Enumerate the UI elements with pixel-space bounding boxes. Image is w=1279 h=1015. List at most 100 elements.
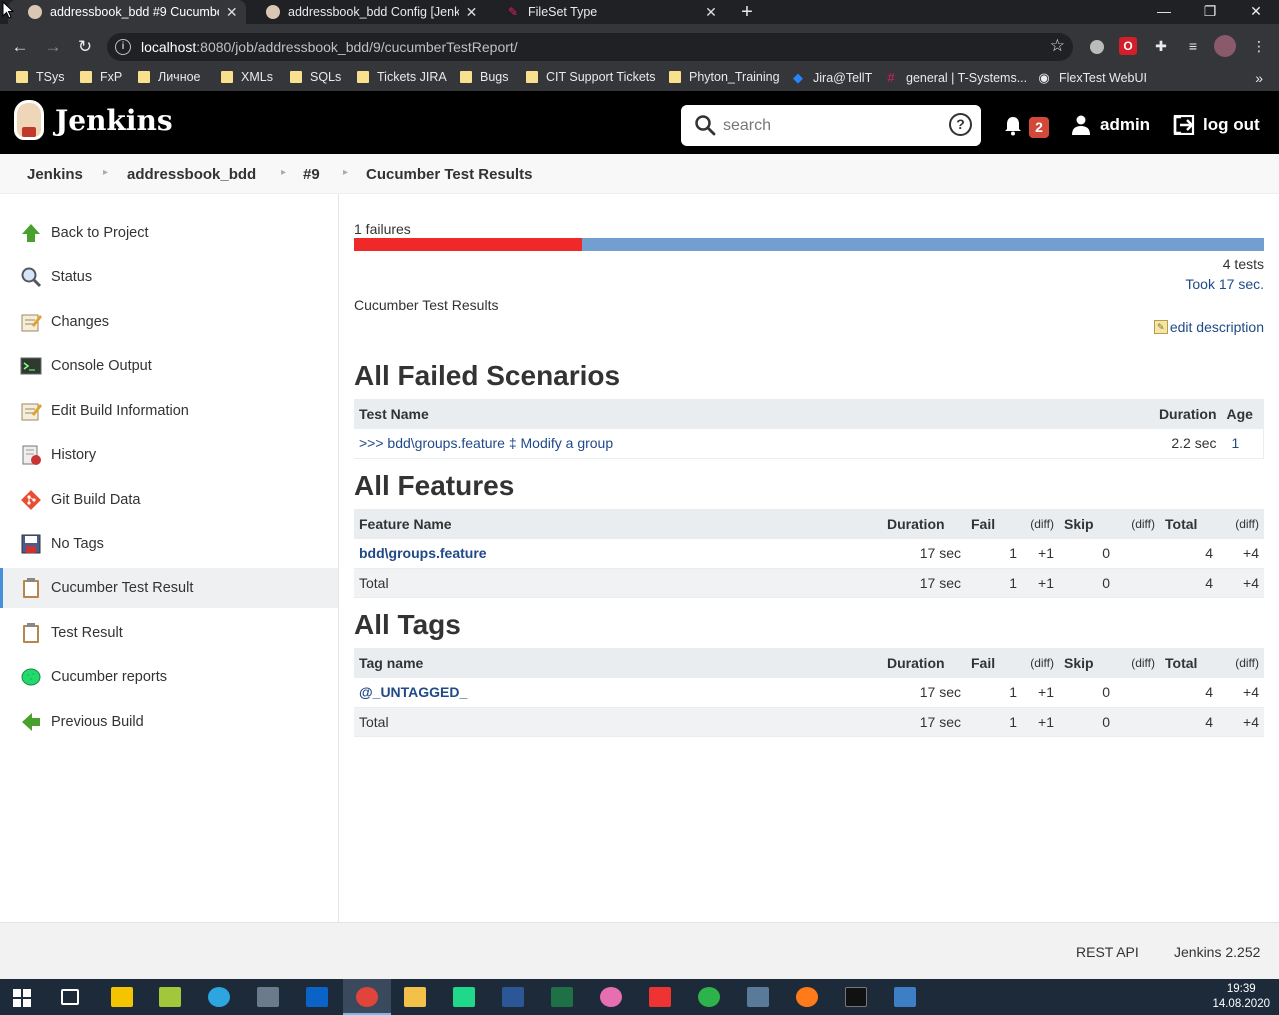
bookmark-folder[interactable]: CIT Support Tickets bbox=[526, 70, 656, 84]
sidebar-item-status[interactable]: Status bbox=[0, 257, 338, 297]
info-icon[interactable]: i bbox=[115, 39, 131, 55]
column-header[interactable]: (diff) bbox=[1218, 648, 1264, 678]
opera-extension-icon[interactable]: O bbox=[1119, 37, 1137, 55]
new-tab-icon[interactable]: + bbox=[737, 0, 757, 24]
chevron-right-icon[interactable]: ▸ bbox=[281, 167, 286, 178]
column-header[interactable]: (diff) bbox=[1022, 648, 1059, 678]
user-menu[interactable]: admin bbox=[1072, 115, 1150, 135]
chrome-icon[interactable] bbox=[356, 987, 378, 1007]
column-header[interactable]: Duration bbox=[882, 509, 966, 539]
excel-icon[interactable] bbox=[551, 987, 573, 1007]
jenkins-logo-text[interactable]: Jenkins bbox=[55, 104, 173, 137]
column-header[interactable]: Fail bbox=[966, 648, 1022, 678]
column-header[interactable]: (diff) bbox=[1022, 509, 1059, 539]
edit-description-link[interactable]: ✎ edit description bbox=[1153, 319, 1264, 335]
column-header[interactable]: Age bbox=[1221, 399, 1264, 429]
sidebar-item-previous-build[interactable]: Previous Build bbox=[0, 702, 338, 742]
age-link[interactable]: 1 bbox=[1232, 435, 1240, 451]
sidebar-item-changes[interactable]: Changes bbox=[0, 302, 338, 342]
column-header[interactable]: Duration bbox=[882, 648, 966, 678]
sidebar-item-git-build-data[interactable]: Git Build Data bbox=[0, 480, 338, 520]
column-header[interactable]: (diff) bbox=[1115, 509, 1160, 539]
logout-link[interactable]: log out bbox=[1173, 115, 1260, 135]
sidebar-item-back-to-project[interactable]: Back to Project bbox=[0, 213, 338, 253]
bookmark-link[interactable]: ◆ Jira@TellT bbox=[791, 70, 872, 86]
restore-icon[interactable]: ❐ bbox=[1187, 0, 1233, 24]
menu-kebab-icon[interactable]: ⋮ bbox=[1250, 37, 1268, 55]
sidebar-item-history[interactable]: History bbox=[0, 435, 338, 475]
bookmark-star-icon[interactable]: ☆ bbox=[1050, 36, 1065, 56]
reload-icon[interactable]: ↻ bbox=[75, 36, 95, 58]
minimize-icon[interactable]: — bbox=[1141, 0, 1187, 24]
column-header[interactable]: Tag name bbox=[354, 648, 882, 678]
bookmark-folder[interactable]: Phyton_Training bbox=[669, 70, 780, 84]
notification-badge[interactable]: 2 bbox=[1029, 117, 1049, 138]
notepad-plus-icon[interactable] bbox=[159, 987, 181, 1007]
media-control-icon[interactable]: ≡ bbox=[1184, 37, 1202, 55]
sidebar-item-edit-build-information[interactable]: Edit Build Information bbox=[0, 391, 338, 431]
sticky-notes-icon[interactable] bbox=[111, 987, 133, 1007]
color-picker-icon[interactable] bbox=[600, 987, 622, 1007]
firefox-icon[interactable] bbox=[796, 987, 818, 1007]
forward-arrow-icon[interactable]: → bbox=[43, 36, 63, 58]
browser-tab[interactable]: addressbook_bdd Config [Jenkin ✕ bbox=[246, 0, 486, 24]
column-header[interactable]: Feature Name bbox=[354, 509, 882, 539]
task-view-icon[interactable] bbox=[61, 989, 79, 1005]
search-input[interactable] bbox=[723, 114, 943, 138]
close-tab-icon[interactable]: ✕ bbox=[704, 4, 718, 21]
test-name-link[interactable]: >>> bdd\groups.feature ‡ Modify a group bbox=[359, 435, 613, 451]
feature-link[interactable]: bdd\groups.feature bbox=[359, 545, 487, 561]
terminal-app-icon[interactable] bbox=[845, 987, 867, 1007]
jenkins-logo-icon[interactable] bbox=[14, 100, 44, 140]
column-header[interactable]: Skip bbox=[1059, 509, 1115, 539]
breadcrumb-build[interactable]: #9 bbox=[303, 166, 320, 183]
upload-app-icon[interactable] bbox=[698, 987, 720, 1007]
taskbar-clock[interactable]: 19:39 14.08.2020 bbox=[1212, 982, 1270, 1012]
jenkins-version-link[interactable]: Jenkins 2.252 bbox=[1174, 944, 1260, 960]
bell-icon[interactable] bbox=[1004, 116, 1022, 136]
took-duration-link[interactable]: Took 17 sec. bbox=[1185, 276, 1264, 292]
chevron-right-icon[interactable]: ▸ bbox=[343, 167, 348, 178]
column-header[interactable]: Total bbox=[1160, 648, 1218, 678]
column-header[interactable]: Total bbox=[1160, 509, 1218, 539]
column-header[interactable]: (diff) bbox=[1218, 509, 1264, 539]
back-arrow-icon[interactable]: ← bbox=[10, 36, 30, 58]
file-explorer-icon[interactable] bbox=[404, 987, 426, 1007]
bookmark-folder[interactable]: FxP bbox=[80, 70, 122, 84]
bookmarks-overflow-icon[interactable]: » bbox=[1255, 70, 1263, 86]
photos-icon[interactable] bbox=[894, 987, 916, 1007]
breadcrumb-job[interactable]: addressbook_bdd bbox=[127, 166, 256, 183]
outlook-icon[interactable] bbox=[306, 987, 328, 1007]
calculator-icon[interactable] bbox=[747, 987, 769, 1007]
network-tool-icon[interactable] bbox=[257, 987, 279, 1007]
column-header[interactable]: Test Name bbox=[354, 399, 1154, 429]
tag-link[interactable]: @_UNTAGGED_ bbox=[359, 684, 467, 700]
bookmark-folder[interactable]: Tickets JIRA bbox=[357, 70, 447, 84]
profile-avatar[interactable] bbox=[1214, 35, 1236, 57]
sidebar-item-no-tags[interactable]: No Tags bbox=[0, 524, 338, 564]
rest-api-link[interactable]: REST API bbox=[1076, 944, 1139, 960]
column-header[interactable]: (diff) bbox=[1115, 648, 1160, 678]
chevron-right-icon[interactable]: ▸ bbox=[103, 167, 108, 178]
bookmark-folder[interactable]: SQLs bbox=[290, 70, 341, 84]
sidebar-item-cucumber-test-result[interactable]: Cucumber Test Result bbox=[0, 568, 338, 608]
bookmark-folder[interactable]: XMLs bbox=[221, 70, 273, 84]
sidebar-item-console-output[interactable]: Console Output bbox=[0, 346, 338, 386]
close-tab-icon[interactable]: ✕ bbox=[465, 4, 478, 21]
column-header[interactable]: Skip bbox=[1059, 648, 1115, 678]
sidebar-item-test-result[interactable]: Test Result bbox=[0, 613, 338, 653]
pdf-reader-icon[interactable] bbox=[649, 987, 671, 1007]
close-tab-icon[interactable]: ✕ bbox=[225, 4, 238, 21]
window-close-icon[interactable]: ✕ bbox=[1233, 0, 1279, 24]
telegram-icon[interactable] bbox=[208, 987, 230, 1007]
record-extension-icon[interactable] bbox=[1090, 40, 1104, 54]
breadcrumb-current[interactable]: Cucumber Test Results bbox=[366, 166, 532, 183]
bookmark-folder[interactable]: Личное bbox=[138, 70, 201, 84]
bookmark-link[interactable]: # general | T-Systems... bbox=[884, 70, 1027, 85]
windows-start-icon[interactable] bbox=[13, 989, 31, 1007]
address-bar[interactable]: i localhost:8080/job/addressbook_bdd/9/c… bbox=[107, 33, 1073, 61]
column-header[interactable]: Duration bbox=[1153, 399, 1222, 429]
help-icon[interactable]: ? bbox=[949, 113, 972, 136]
word-icon[interactable] bbox=[502, 987, 524, 1007]
bookmark-link[interactable]: ◉ FlexTest WebUI bbox=[1037, 70, 1147, 86]
